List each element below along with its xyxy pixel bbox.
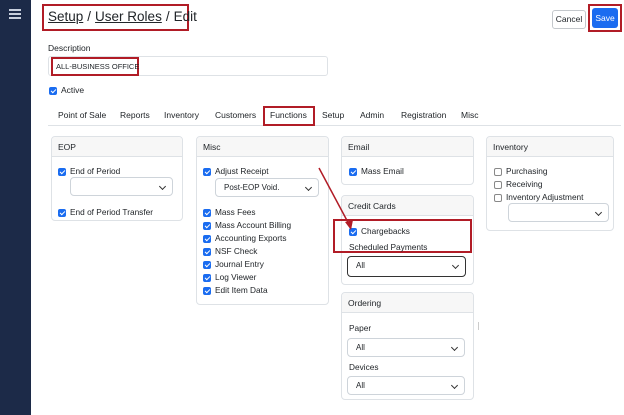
annotation-arrow-icon [318,167,353,230]
sidebar [0,0,31,415]
main-content: Setup / User Roles / Edit Cancel Save Descri… [31,0,624,415]
hamburger-menu-icon[interactable] [9,9,21,19]
